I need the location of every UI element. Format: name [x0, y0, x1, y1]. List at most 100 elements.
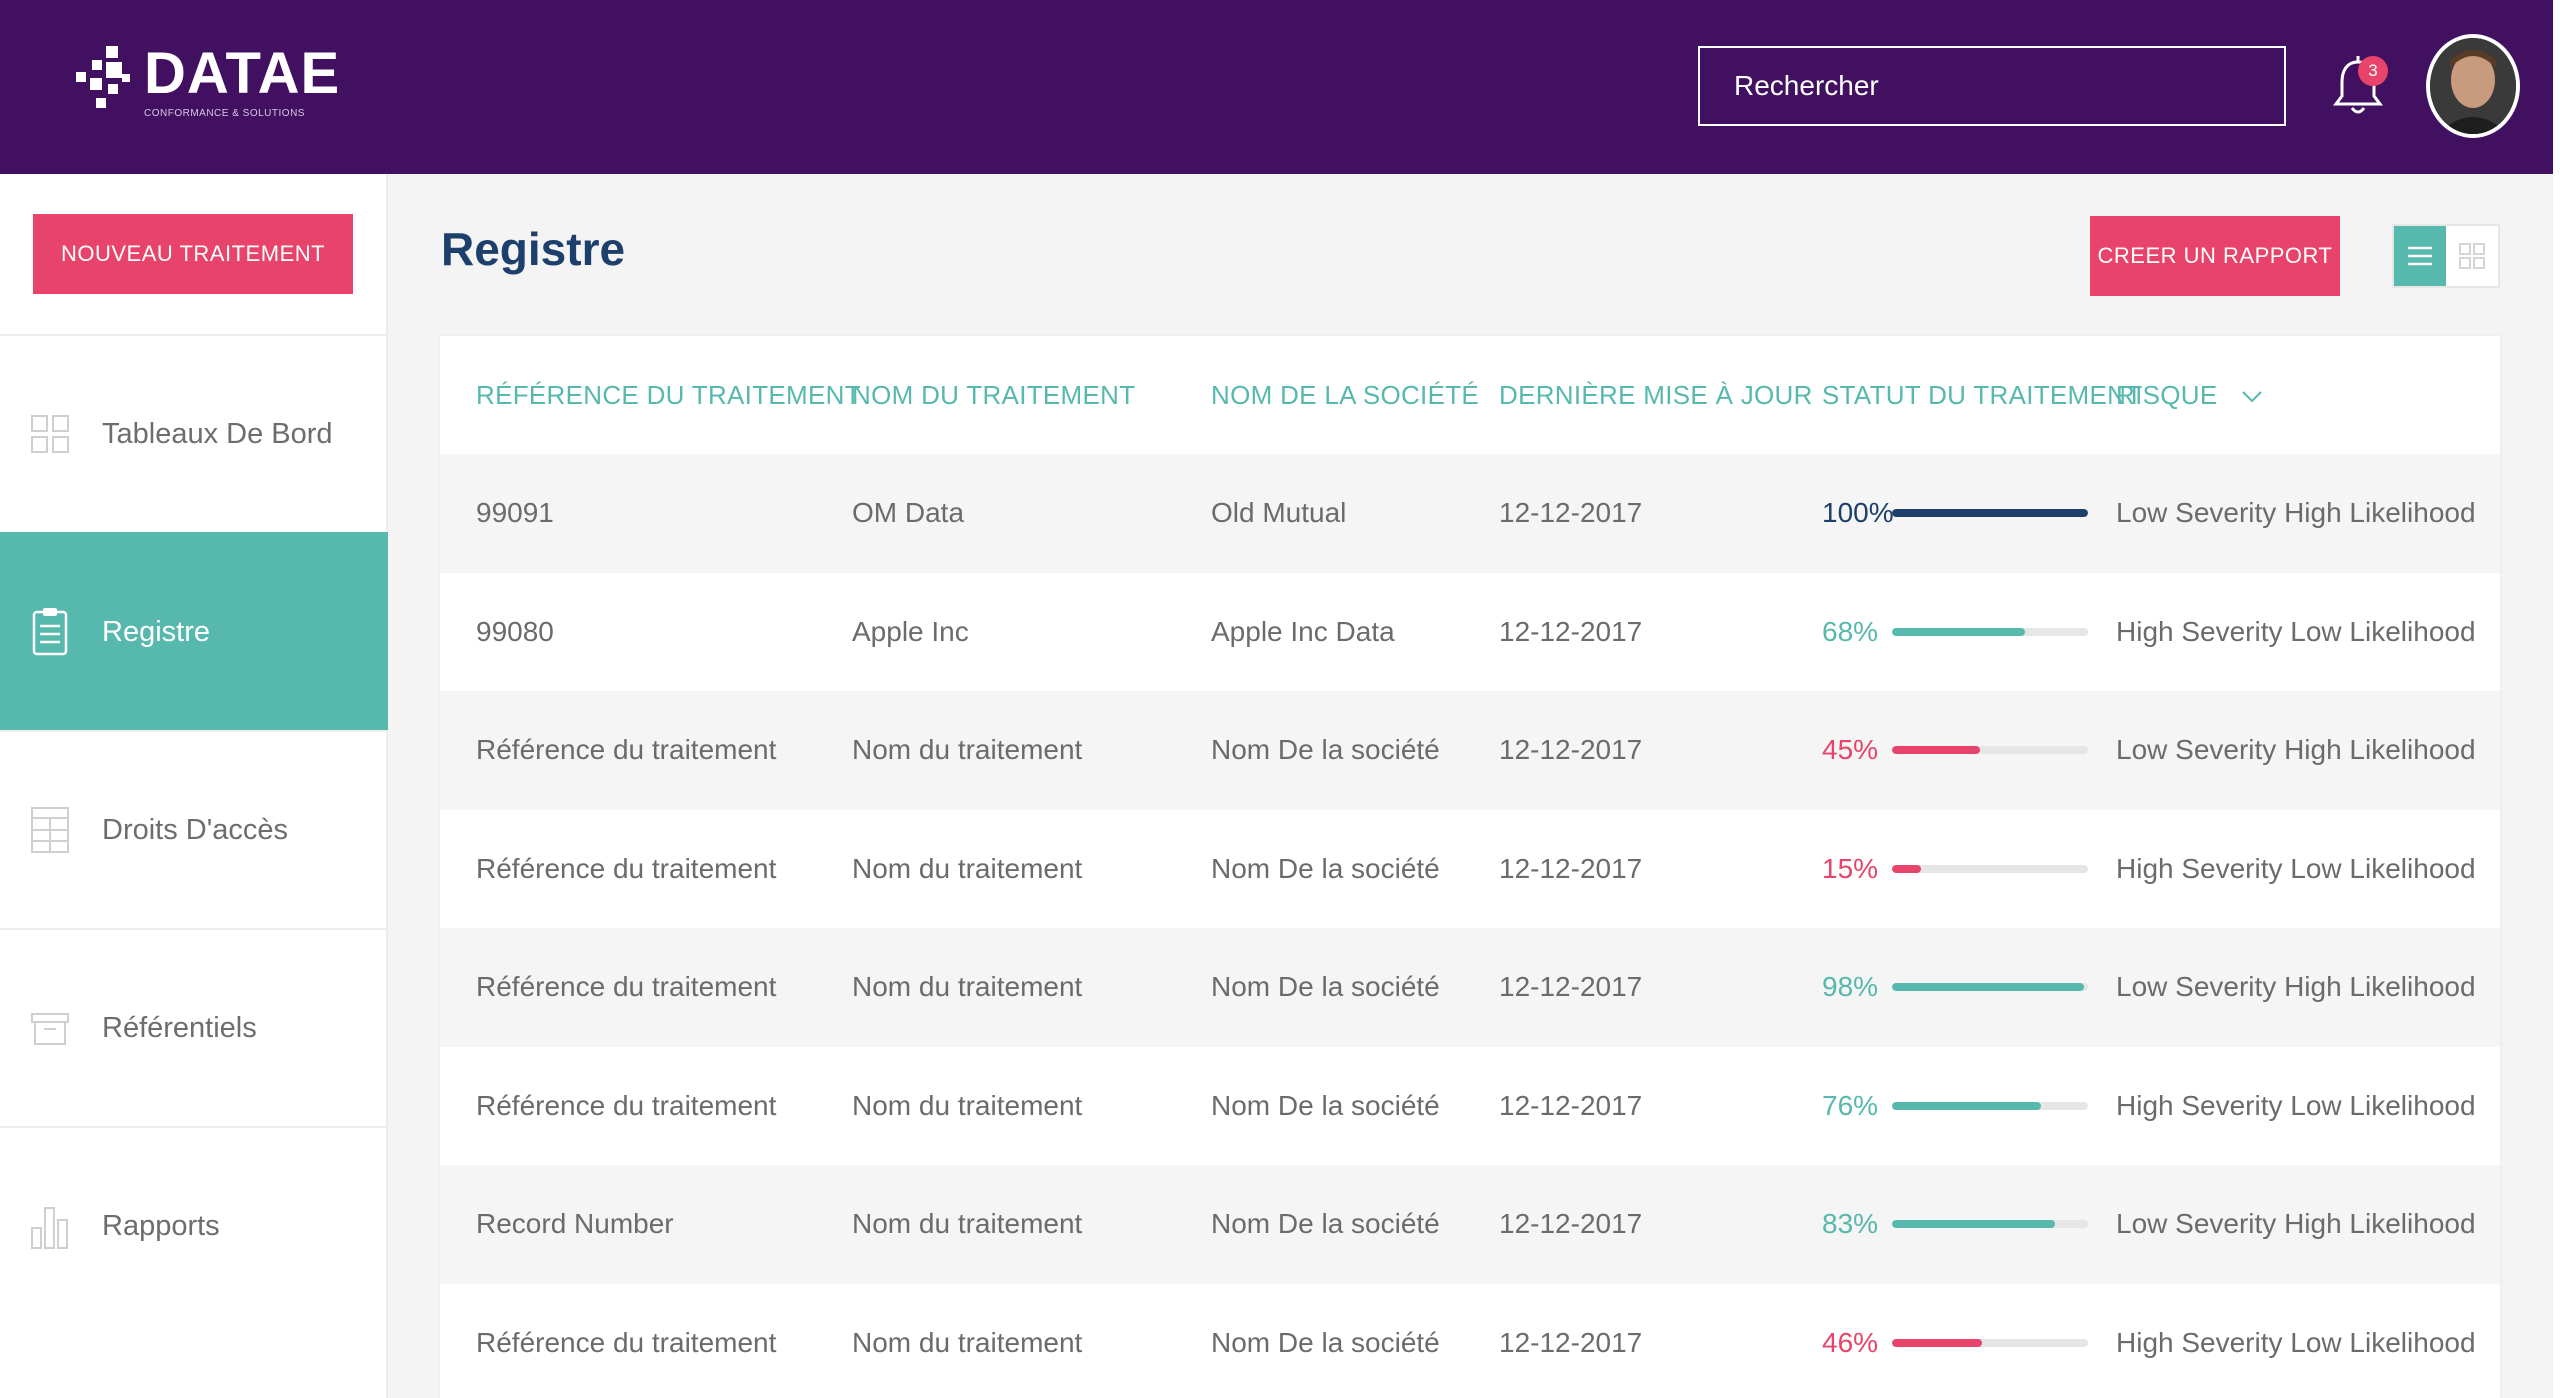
column-header-status[interactable]: STATUT DU TRAITEMENT — [1786, 336, 2142, 454]
sidebar-item-access-rights[interactable]: Droits D'accès — [0, 730, 388, 928]
cell-status: 46% — [1786, 1284, 2098, 1398]
status-progress-bar — [1892, 983, 2088, 992]
column-header-risk[interactable]: RISQUE — [2098, 336, 2500, 454]
grid-view-icon — [2459, 243, 2485, 269]
list-view-button[interactable] — [2394, 226, 2446, 286]
cell-reference: Référence du traitement — [440, 928, 816, 1047]
view-toggle — [2392, 224, 2500, 288]
cell-risk: Low Severity High Likelihood — [2098, 454, 2500, 573]
cell-risk: Low Severity High Likelihood — [2098, 691, 2500, 810]
cell-reference: 99080 — [476, 615, 554, 647]
grid-view-button[interactable] — [2446, 226, 2498, 286]
table-row[interactable]: Référence du traitement Nom du traitement… — [440, 1284, 2500, 1398]
avatar-photo-icon — [2430, 38, 2516, 134]
status-progress-bar — [1892, 1338, 2088, 1347]
chevron-down-icon[interactable] — [2241, 390, 2263, 404]
cell-reference: Référence du traitement — [476, 1089, 777, 1121]
dashboard-icon — [31, 415, 69, 453]
sidebar-item-referentials[interactable]: Référentiels — [0, 928, 388, 1126]
cell-company: Nom De la société — [1211, 1326, 1440, 1358]
cell-company: Nom De la société — [1175, 928, 1463, 1047]
cell-status: 45% — [1786, 691, 2098, 810]
table-row[interactable]: Référence du traitement Nom du traitement… — [440, 810, 2500, 929]
cell-updated: 12-12-2017 — [1499, 1326, 1643, 1358]
column-header-name[interactable]: NOM DU TRAITEMENT — [816, 336, 1175, 454]
cell-updated: 12-12-2017 — [1463, 1165, 1786, 1284]
column-header-company[interactable]: NOM DE LA SOCIÉTÉ — [1175, 336, 1479, 454]
table-row[interactable]: Record Number Nom du traitement Nom De la … — [440, 1165, 2500, 1284]
sidebar-item-registre[interactable]: Registre — [0, 532, 388, 730]
status-percent: 46% — [1822, 1326, 1879, 1358]
brand-logo[interactable]: DATAE CONFORMANCE & SOLUTIONS — [72, 44, 340, 134]
registre-table-card: RÉFÉRENCE DU TRAITEMENT NOM DU TRAITEMEN… — [440, 336, 2500, 1398]
cell-status: 98% — [1786, 928, 2098, 1047]
table-row[interactable]: Référence du traitement Nom du traitement… — [440, 928, 2500, 1047]
status-progress-fill — [1892, 1101, 2041, 1110]
sidebar: NOUVEAU TRAITEMENT Tableaux De Bord Regi… — [0, 174, 388, 1398]
status-progress-bar — [1892, 864, 2088, 873]
new-treatment-button[interactable]: NOUVEAU TRAITEMENT — [33, 214, 353, 294]
sidebar-item-dashboards[interactable]: Tableaux De Bord — [0, 334, 388, 532]
page-title: Registre — [441, 223, 626, 275]
cell-risk: High Severity Low Likelihood — [2116, 615, 2476, 647]
list-view-icon — [2408, 246, 2432, 266]
cell-status: 83% — [1786, 1165, 2098, 1284]
status-progress-bar — [1892, 1101, 2088, 1110]
status-progress-fill — [1892, 509, 2088, 518]
status-progress-bar — [1892, 627, 2088, 636]
cell-name: Nom du traitement — [852, 1326, 1083, 1358]
cell-company: Nom De la société — [1175, 1165, 1463, 1284]
cell-company: Nom De la société — [1175, 691, 1463, 810]
status-percent: 15% — [1822, 852, 1879, 884]
table-row[interactable]: Référence du traitement Nom du traitement… — [440, 1047, 2500, 1166]
cell-name: Nom du traitement — [816, 691, 1175, 810]
cell-status: 15% — [1786, 810, 2098, 929]
status-percent: 45% — [1822, 734, 1879, 766]
sidebar-item-label: Rapports — [102, 1209, 220, 1242]
cell-reference: 99091 — [440, 454, 816, 573]
user-avatar[interactable] — [2426, 34, 2520, 138]
cell-company: Nom De la société — [1211, 1089, 1440, 1121]
cell-risk: High Severity Low Likelihood — [2116, 1326, 2476, 1358]
cell-name: Nom du traitement — [852, 1089, 1083, 1121]
bar-chart-icon — [31, 1207, 68, 1249]
status-progress-fill — [1892, 864, 1922, 873]
logo-mark-icon — [76, 46, 130, 108]
status-progress-bar — [1892, 746, 2088, 755]
cell-reference: Référence du traitement — [440, 691, 816, 810]
archive-icon — [31, 1013, 69, 1045]
column-header-updated[interactable]: DERNIÈRE MISE À JOUR — [1463, 336, 1812, 454]
cell-reference: Record Number — [440, 1165, 816, 1284]
cell-updated: 12-12-2017 — [1499, 1089, 1643, 1121]
cell-name: OM Data — [816, 454, 1175, 573]
cell-reference: Référence du traitement — [476, 1326, 777, 1358]
search-input[interactable] — [1698, 46, 2286, 126]
table-row[interactable]: Référence du traitement Nom du traitement… — [440, 691, 2500, 810]
status-percent: 100% — [1822, 497, 1894, 529]
cell-name: Nom du traitement — [852, 852, 1083, 884]
sidebar-item-label: Droits D'accès — [102, 813, 289, 846]
cell-updated: 12-12-2017 — [1463, 928, 1786, 1047]
cell-risk: High Severity Low Likelihood — [2116, 1089, 2476, 1121]
cell-name: Nom du traitement — [816, 1165, 1175, 1284]
create-report-button[interactable]: CREER UN RAPPORT — [2090, 216, 2340, 296]
cell-name: Nom du traitement — [816, 928, 1175, 1047]
cell-name: Apple Inc — [852, 615, 969, 647]
status-percent: 98% — [1822, 971, 1879, 1003]
sidebar-nav: Tableaux De Bord Registre Droits D'accès — [0, 334, 388, 1324]
table-row[interactable]: 99091 OM Data Old Mutual 12-12-2017 100% Low … — [440, 454, 2500, 573]
sidebar-item-label: Tableaux De Bord — [102, 417, 333, 450]
cell-company: Nom De la société — [1211, 852, 1440, 884]
cell-risk: High Severity Low Likelihood — [2116, 852, 2476, 884]
column-header-reference[interactable]: RÉFÉRENCE DU TRAITEMENT — [440, 336, 861, 454]
status-percent: 68% — [1822, 615, 1879, 647]
cell-updated: 12-12-2017 — [1463, 691, 1786, 810]
sidebar-item-reports[interactable]: Rapports — [0, 1126, 388, 1324]
status-percent: 83% — [1822, 1208, 1879, 1240]
table-row[interactable]: 99080 Apple Inc Apple Inc Data 12-12-2017 68… — [440, 573, 2500, 692]
cell-company: Apple Inc Data — [1211, 615, 1395, 647]
cell-risk: Low Severity High Likelihood — [2098, 928, 2500, 1047]
top-bar: DATAE CONFORMANCE & SOLUTIONS 3 — [0, 0, 2553, 174]
table-header-row: RÉFÉRENCE DU TRAITEMENT NOM DU TRAITEMEN… — [440, 336, 2500, 454]
notification-count-badge: 3 — [2358, 56, 2388, 86]
